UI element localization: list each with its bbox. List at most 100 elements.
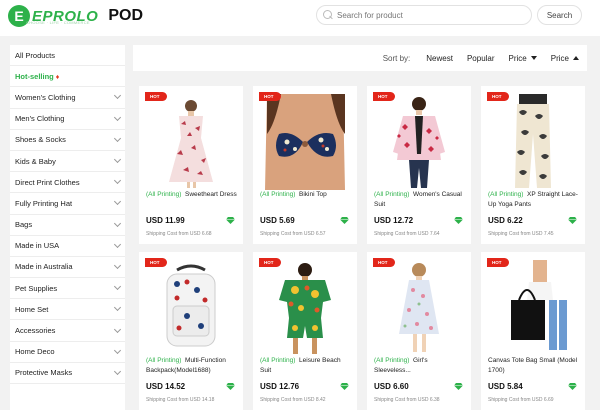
print-tag: (All Printing) [488, 191, 524, 198]
chevron-down-icon[interactable] [113, 367, 122, 375]
shipping-cost: Shipping Cost from USD 7.45 [488, 231, 554, 237]
sidebar-item-label: Direct Print Clothes [15, 177, 80, 187]
sidebar-item[interactable]: Protective Masks [10, 363, 125, 384]
product-title[interactable]: (All Printing) Bikini Top [260, 190, 352, 200]
sidebar-item[interactable]: Women's Clothing [10, 87, 125, 109]
chevron-down-icon[interactable] [113, 177, 122, 185]
product-name: Bikini Top [299, 191, 327, 198]
product-price: USD 11.99 [146, 216, 185, 225]
chevron-down-icon[interactable] [113, 198, 122, 206]
diamond-icon [340, 217, 349, 224]
product-card[interactable]: HOT (All Printing) Girl's Sleeveless... US… [367, 252, 471, 410]
logo-tagline: CHOOSE · LIFE · COMMERCE [26, 20, 90, 25]
chevron-down-icon[interactable] [113, 240, 122, 248]
product-price: USD 6.22 [488, 216, 523, 225]
sidebar-item[interactable]: Pet Supplies [10, 278, 125, 300]
caret-up-icon [573, 56, 579, 60]
chevron-down-icon[interactable] [113, 113, 122, 121]
sidebar-item-label: Home Deco [15, 347, 55, 357]
product-title[interactable]: (All Printing) XP Straight Lace-Up Yoga … [488, 190, 580, 210]
print-tag: (All Printing) [260, 357, 296, 364]
product-card[interactable]: HOT (All Printing) XP Straight Lace-Up Yo… [481, 86, 585, 244]
sidebar-item[interactable]: Men's Clothing [10, 109, 125, 130]
product-price: USD 12.72 [374, 216, 414, 225]
product-image[interactable] [147, 94, 235, 190]
chevron-down-icon[interactable] [113, 219, 122, 227]
sidebar-item[interactable]: Fully Printing Hat [10, 193, 125, 215]
product-price: USD 5.84 [488, 382, 523, 391]
chevron-down-icon[interactable] [113, 155, 122, 164]
print-tag: (All Printing) [146, 357, 182, 364]
chevron-down-icon[interactable] [113, 325, 122, 333]
shipping-cost: Shipping Cost from USD 8.42 [260, 397, 326, 403]
product-image[interactable] [261, 94, 349, 190]
diamond-icon [454, 217, 463, 224]
fire-icon: ♦ [55, 73, 60, 81]
chevron-down-icon[interactable] [113, 134, 122, 142]
product-title[interactable]: (All Printing) Girl's Sleeveless... [374, 356, 466, 376]
print-tag: (All Printing) [374, 191, 410, 198]
sidebar-item[interactable]: Made in Australia [10, 257, 125, 279]
diamond-icon [340, 383, 349, 390]
sort-label: Sort by: [382, 53, 411, 63]
product-image[interactable] [489, 94, 577, 190]
product-card[interactable]: HOT Canvas Tote Bag Small (Model 1700) USD… [481, 252, 585, 410]
category-sidebar: All Products Hot-selling ♦ Women's Clothing… [10, 45, 125, 410]
sidebar-item[interactable]: Shoes & Socks [10, 130, 125, 151]
logo-product: POD [108, 7, 144, 24]
product-price: USD 14.52 [146, 382, 186, 391]
product-price: USD 12.76 [260, 382, 300, 391]
product-image[interactable] [489, 260, 577, 356]
search-button[interactable]: Search [537, 5, 582, 25]
chevron-down-icon[interactable] [113, 346, 122, 354]
sort-newest[interactable]: Newest [426, 54, 453, 63]
hot-badge: HOT [145, 92, 167, 101]
product-title[interactable]: (All Printing) Multi-Function Backpack(M… [146, 356, 238, 376]
product-title[interactable]: (All Printing) Women's Casual Suit [374, 190, 466, 210]
product-title[interactable]: (All Printing) Leisure Beach Suit [260, 356, 352, 376]
sidebar-item[interactable]: Home Deco [10, 342, 125, 363]
shipping-cost: Shipping Cost from USD 6.38 [374, 397, 440, 403]
sidebar-item[interactable]: Accessories [10, 320, 125, 342]
sidebar-item-label: Pet Supplies [15, 283, 58, 293]
sidebar-item-label: Fully Printing Hat [15, 198, 73, 208]
print-tag: (All Printing) [146, 191, 182, 198]
chevron-down-icon[interactable] [113, 261, 122, 270]
sidebar-item[interactable]: Hot-selling ♦ [10, 66, 125, 88]
sidebar-item[interactable]: Direct Print Clothes [10, 172, 125, 194]
search-input[interactable] [337, 10, 517, 20]
diamond-icon [226, 217, 235, 224]
sidebar-item[interactable]: Home Set [10, 299, 125, 321]
sort-bar: Sort by: Newest Popular Price Price [133, 45, 587, 71]
chevron-down-icon[interactable] [113, 304, 122, 312]
sort-price-desc[interactable]: Price [509, 54, 537, 63]
product-image[interactable] [147, 260, 235, 356]
product-image[interactable] [375, 260, 463, 356]
product-price: USD 5.69 [260, 216, 295, 225]
hot-badge: HOT [259, 258, 281, 267]
caret-down-icon [530, 56, 537, 60]
product-card[interactable]: HOT (All Printing) Leisure Beach Suit USD … [253, 252, 357, 410]
product-card[interactable]: HOT (All Printing) Women's Casual Suit USD… [367, 86, 471, 244]
product-card[interactable]: HOT (All Printing) Sweetheart Dress USD 11… [139, 86, 243, 244]
sidebar-item-label: Home Set [15, 304, 49, 314]
sidebar-item[interactable]: Made in USA [10, 236, 125, 257]
product-card[interactable]: HOT (All Printing) Bikini Top USD 5.69 Ship… [253, 86, 357, 244]
product-title[interactable]: Canvas Tote Bag Small (Model 1700) [488, 356, 580, 376]
sort-price-asc[interactable]: Price [551, 54, 579, 63]
chevron-down-icon[interactable] [113, 283, 122, 291]
hot-badge: HOT [259, 92, 281, 101]
sidebar-item[interactable]: Kids & Baby [10, 151, 125, 173]
product-card[interactable]: HOT (All Printing) Multi-Function Backpac… [139, 252, 243, 410]
hot-badge: HOT [145, 258, 167, 267]
product-image[interactable] [261, 260, 349, 356]
product-image[interactable] [375, 94, 463, 190]
sidebar-item-label: All Products [15, 50, 56, 60]
top-header: E EPROLO POD CHOOSE · LIFE · COMMERCE Se… [0, 0, 600, 36]
sort-popular[interactable]: Popular [467, 54, 495, 63]
sidebar-item[interactable]: Bags [10, 215, 125, 236]
chevron-down-icon[interactable] [113, 92, 122, 100]
sidebar-item[interactable]: All Products [10, 45, 125, 67]
product-title[interactable]: (All Printing) Sweetheart Dress [146, 190, 238, 200]
search-box[interactable] [316, 5, 532, 25]
